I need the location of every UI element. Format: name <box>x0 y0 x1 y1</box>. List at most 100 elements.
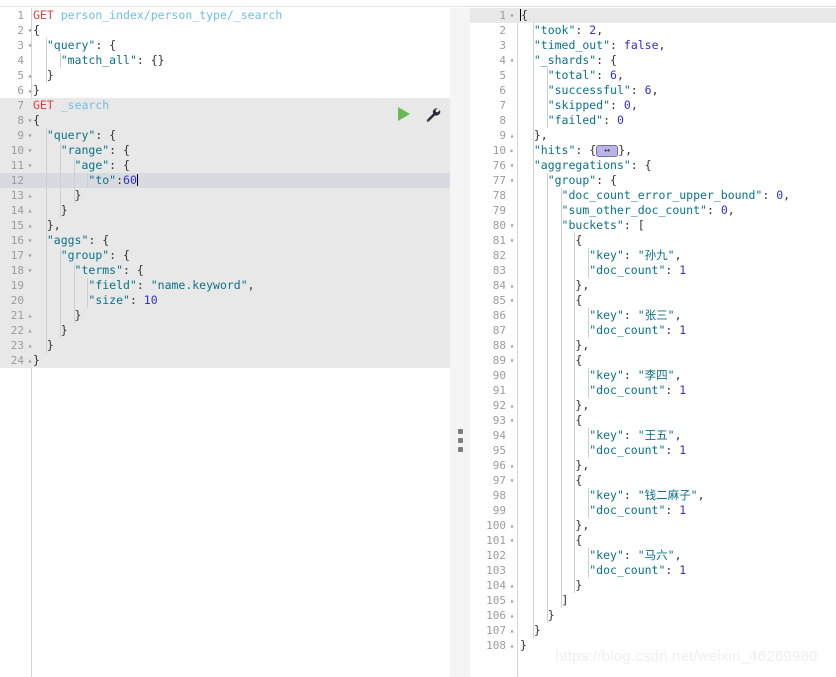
request-editor[interactable]: 1 GET person_index/person_type/_search 2 ▾{… <box>0 8 450 677</box>
code-line[interactable]: 3 ▾ "query": { <box>0 38 450 53</box>
code-line[interactable]: 5 "total": 6, <box>470 68 836 83</box>
code-line[interactable]: 6 ▴} <box>0 83 450 98</box>
code-text: "skipped": 0, <box>520 98 638 113</box>
fold-toggle-icon[interactable]: ▴ <box>507 623 517 638</box>
line-number: 24 <box>10 354 24 367</box>
collapsed-fold-widget[interactable] <box>596 144 619 158</box>
fold-toggle-icon[interactable]: ▴ <box>507 398 517 413</box>
code-line[interactable]: 2 "took": 2, <box>470 23 836 38</box>
code-line[interactable]: 82 "key": "孙九", <box>470 248 836 263</box>
code-line[interactable]: 17 ▾ "group": { <box>0 248 450 263</box>
code-line[interactable]: 103 "doc_count": 1 <box>470 563 836 578</box>
code-line[interactable]: 10 ▾ "range": { <box>0 143 450 158</box>
fold-toggle-icon[interactable]: ▴ <box>507 458 517 473</box>
code-line[interactable]: 94 "key": "王五", <box>470 428 836 443</box>
fold-toggle-icon[interactable]: ▴ <box>507 638 517 653</box>
fold-toggle-icon[interactable]: ▾ <box>507 293 517 308</box>
code-line[interactable]: 97 ▾ { <box>470 473 836 488</box>
code-line[interactable]: 99 "doc_count": 1 <box>470 503 836 518</box>
code-line[interactable]: 3 "timed_out": false, <box>470 38 836 53</box>
fold-toggle-icon[interactable]: ▾ <box>507 53 517 68</box>
fold-toggle-icon[interactable]: ▾ <box>507 218 517 233</box>
code-line[interactable]: 2 ▾{ <box>0 23 450 38</box>
fold-toggle-icon[interactable]: ▾ <box>507 413 517 428</box>
code-line[interactable]: 106 ▴ } <box>470 608 836 623</box>
response-viewer[interactable]: 1 ▾{2 "took": 2, 3 "timed_out": false, 4 ▾ "… <box>470 8 836 677</box>
editor-scroll-track[interactable] <box>450 8 470 677</box>
code-line[interactable]: 16 ▾ "aggs": { <box>0 233 450 248</box>
code-line[interactable]: 91 "doc_count": 1 <box>470 383 836 398</box>
code-line[interactable]: 79 "sum_other_doc_count": 0, <box>470 203 836 218</box>
code-line[interactable]: 24 ▴} <box>0 353 450 368</box>
line-number: 5 <box>17 69 24 82</box>
code-line[interactable]: 100 ▴ }, <box>470 518 836 533</box>
code-line[interactable]: 89 ▾ { <box>470 353 836 368</box>
code-line[interactable]: 22 ▴ } <box>0 323 450 338</box>
code-line[interactable]: 4 ▾ "_shards": { <box>470 53 836 68</box>
code-line[interactable]: 12 "to":60 <box>0 173 450 188</box>
fold-toggle-icon[interactable]: ▴ <box>507 518 517 533</box>
code-line[interactable]: 23 ▴ } <box>0 338 450 353</box>
token-punc: : { <box>109 248 130 262</box>
code-line[interactable]: 19 "field": "name.keyword", <box>0 278 450 293</box>
code-line[interactable]: 7 "skipped": 0, <box>470 98 836 113</box>
fold-toggle-icon[interactable]: ▾ <box>507 533 517 548</box>
fold-toggle-icon[interactable]: ▾ <box>507 473 517 488</box>
code-line[interactable]: 10▸ "hits": {}, <box>470 143 836 158</box>
code-line[interactable]: 107 ▴ } <box>470 623 836 638</box>
code-line[interactable]: 4 "match_all": {} <box>0 53 450 68</box>
code-line[interactable]: 13 ▴ } <box>0 188 450 203</box>
code-line[interactable]: 15 ▴ }, <box>0 218 450 233</box>
fold-toggle-icon[interactable]: ▾ <box>507 353 517 368</box>
code-line[interactable]: 76 ▾ "aggregations": { <box>470 158 836 173</box>
code-line[interactable]: 101 ▾ { <box>470 533 836 548</box>
fold-toggle-icon[interactable]: ▴ <box>507 128 517 143</box>
wrench-icon[interactable] <box>424 106 441 123</box>
code-line[interactable]: 18 ▾ "terms": { <box>0 263 450 278</box>
fold-toggle-icon[interactable]: ▾ <box>507 173 517 188</box>
code-line[interactable]: 95 "doc_count": 1 <box>470 443 836 458</box>
code-line[interactable]: 81 ▾ { <box>470 233 836 248</box>
fold-toggle-icon[interactable]: ▾ <box>507 158 517 173</box>
fold-toggle-icon[interactable]: ▴ <box>507 578 517 593</box>
code-line[interactable]: 14 ▴ } <box>0 203 450 218</box>
code-line[interactable]: 11 ▾ "age": { <box>0 158 450 173</box>
fold-toggle-icon[interactable]: ▴ <box>507 338 517 353</box>
fold-toggle-icon[interactable]: ▴ <box>507 608 517 623</box>
code-line[interactable]: 9 ▾ "query": { <box>0 128 450 143</box>
code-line[interactable]: 8 ▾{ <box>0 113 450 128</box>
code-line[interactable]: 7 GET _search <box>0 98 450 113</box>
fold-toggle-icon[interactable]: ▴ <box>507 593 517 608</box>
code-line[interactable]: 1 GET person_index/person_type/_search <box>0 8 450 23</box>
code-line[interactable]: 102 "key": "马六", <box>470 548 836 563</box>
code-line[interactable]: 98 "key": "钱二麻子", <box>470 488 836 503</box>
code-line[interactable]: 8 "failed": 0 <box>470 113 836 128</box>
code-line[interactable]: 6 "successful": 6, <box>470 83 836 98</box>
code-line[interactable]: 87 "doc_count": 1 <box>470 323 836 338</box>
code-line[interactable]: 96 ▴ }, <box>470 458 836 473</box>
fold-toggle-icon[interactable]: ▾ <box>507 233 517 248</box>
pane-splitter-handle[interactable] <box>452 425 468 455</box>
code-line[interactable]: 78 "doc_count_error_upper_bound": 0, <box>470 188 836 203</box>
code-line[interactable]: 77 ▾ "group": { <box>470 173 836 188</box>
code-line[interactable]: 86 "key": "张三", <box>470 308 836 323</box>
code-line[interactable]: 21 ▴ } <box>0 308 450 323</box>
code-line[interactable]: 105 ▴ ] <box>470 593 836 608</box>
code-line[interactable]: 9 ▴ }, <box>470 128 836 143</box>
code-line[interactable]: 83 "doc_count": 1 <box>470 263 836 278</box>
fold-toggle-icon[interactable]: ▸ <box>507 143 517 158</box>
code-line[interactable]: 104 ▴ } <box>470 578 836 593</box>
fold-toggle-icon[interactable]: ▾ <box>507 8 517 23</box>
code-line[interactable]: 90 "key": "李四", <box>470 368 836 383</box>
play-icon[interactable] <box>398 107 410 121</box>
code-line[interactable]: 1 ▾ { <box>470 8 836 23</box>
code-line[interactable]: 88 ▴ }, <box>470 338 836 353</box>
code-line[interactable]: 84 ▴ }, <box>470 278 836 293</box>
code-line[interactable]: 92 ▴ }, <box>470 398 836 413</box>
code-line[interactable]: 93 ▾ { <box>470 413 836 428</box>
code-line[interactable]: 80 ▾ "buckets": [ <box>470 218 836 233</box>
code-line[interactable]: 85 ▾ { <box>470 293 836 308</box>
code-line[interactable]: 5 ▴ } <box>0 68 450 83</box>
fold-toggle-icon[interactable]: ▴ <box>507 278 517 293</box>
code-line[interactable]: 20 "size": 10 <box>0 293 450 308</box>
